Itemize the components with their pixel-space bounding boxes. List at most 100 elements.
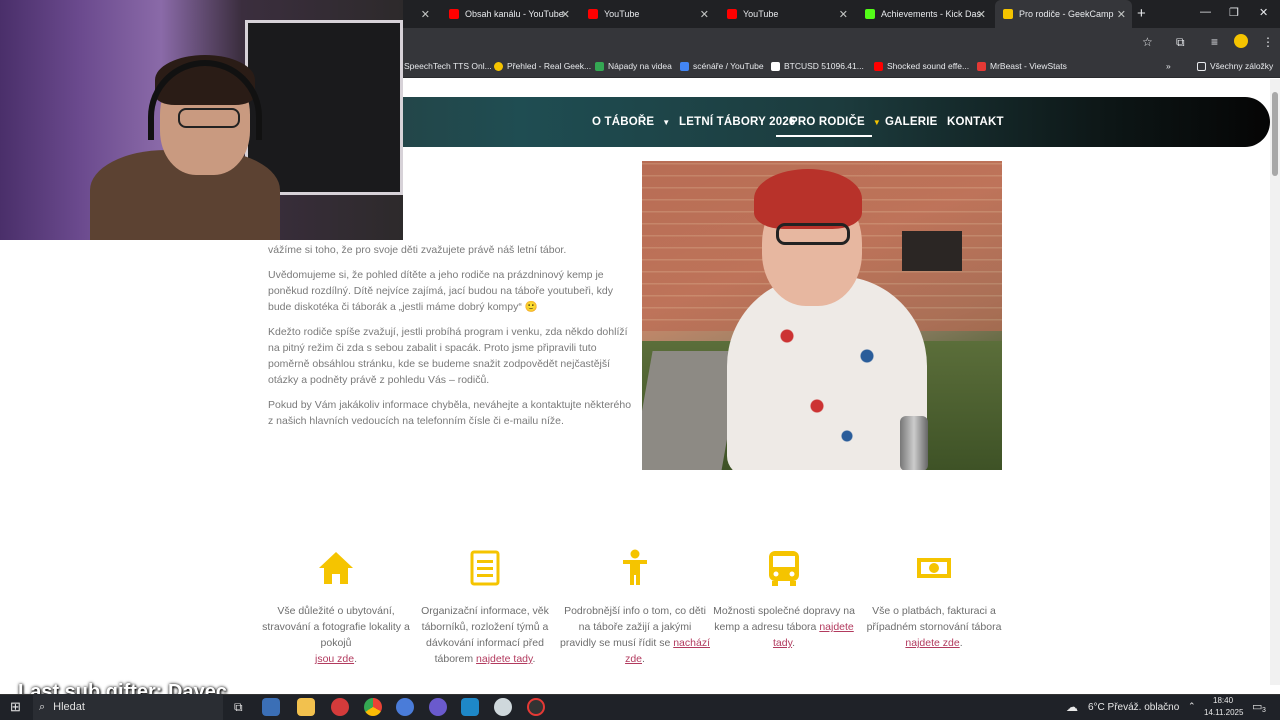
feature-link[interactable]: najdete tady bbox=[476, 653, 532, 665]
bookmark-item[interactable]: Přehled - Real Geek... bbox=[494, 61, 591, 71]
nav-label: O TÁBOŘE bbox=[592, 116, 655, 128]
nav-galerie[interactable]: GALERIE bbox=[885, 116, 938, 128]
minimize-button[interactable]: — bbox=[1200, 6, 1211, 18]
taskbar-search[interactable]: ⌕ Hledat bbox=[33, 694, 223, 720]
app-icon[interactable] bbox=[262, 698, 280, 716]
weather-icon[interactable]: ☁ bbox=[1066, 700, 1078, 714]
nav-label: KONTAKT bbox=[947, 116, 1004, 128]
extensions-icon[interactable]: ⧉ bbox=[1176, 35, 1185, 50]
app-icon[interactable] bbox=[429, 698, 447, 716]
feature-tail: . bbox=[532, 653, 536, 665]
app-icon[interactable] bbox=[494, 698, 512, 716]
browser-tab-active[interactable]: Pro rodiče - GeekCamp ✕ bbox=[995, 0, 1132, 28]
photo-glasses bbox=[776, 223, 850, 245]
notification-strip bbox=[1014, 686, 1242, 694]
new-tab-button[interactable]: + bbox=[1137, 5, 1146, 22]
bookmark-item[interactable]: Shocked sound effe... bbox=[874, 61, 969, 71]
chevron-up-icon[interactable]: ⌃ bbox=[1188, 701, 1196, 712]
bookmark-label: Shocked sound effe... bbox=[887, 61, 970, 71]
intro-paragraph: Kdežto rodiče spíše zvažují, jestli prob… bbox=[268, 326, 628, 386]
youtube-icon bbox=[874, 61, 883, 71]
app-icon[interactable] bbox=[331, 698, 349, 716]
explorer-icon[interactable] bbox=[297, 698, 315, 716]
sheets-icon bbox=[595, 61, 604, 71]
feature-payments: Vše o platbách, fakturaci a případném st… bbox=[859, 549, 1009, 651]
camp-leader-photo bbox=[642, 161, 1002, 470]
nav-kontakt[interactable]: KONTAKT bbox=[947, 116, 1004, 128]
browser-tab[interactable]: ✕ bbox=[412, 0, 434, 28]
avatar[interactable] bbox=[1234, 34, 1248, 48]
browser-tab[interactable]: Achievements - Kick Dash ✕ bbox=[857, 0, 992, 28]
feature-tail: . bbox=[959, 637, 963, 649]
photo-window bbox=[902, 231, 962, 271]
app-icon[interactable] bbox=[527, 698, 545, 716]
feature-transport: Možnosti společné dopravy na kemp a adre… bbox=[709, 549, 859, 651]
bookmark-item[interactable]: Nápady na videa bbox=[595, 61, 672, 71]
all-bookmarks-label: Všechny záložky bbox=[1210, 61, 1274, 71]
tab-label: Achievements - Kick Dash bbox=[881, 9, 981, 19]
star-icon[interactable]: ☆ bbox=[1142, 35, 1153, 49]
notification-count: 3 bbox=[1262, 707, 1266, 714]
close-icon[interactable]: ✕ bbox=[977, 8, 986, 21]
search-label: Hledat bbox=[53, 701, 85, 713]
feature-accommodation: Vše důležité o ubytování, stravování a f… bbox=[261, 549, 411, 667]
geekcamp-icon bbox=[1003, 9, 1013, 19]
bookmark-item[interactable]: MrBeast - ViewStats bbox=[977, 61, 1067, 71]
clock-time[interactable]: 18:40 bbox=[1213, 696, 1233, 705]
close-icon[interactable]: ✕ bbox=[421, 8, 430, 21]
nav-letni-tabory[interactable]: LETNÍ TÁBORY 2026 bbox=[679, 116, 796, 128]
viewstats-icon bbox=[977, 61, 986, 71]
more-bookmarks-button[interactable]: » bbox=[1166, 61, 1171, 71]
chrome-icon[interactable] bbox=[364, 698, 382, 716]
close-icon[interactable]: ✕ bbox=[839, 8, 848, 21]
caret-down-icon: ▼ bbox=[662, 117, 671, 127]
feature-link[interactable]: najdete zde bbox=[905, 637, 959, 649]
tab-label: Obsah kanálu - YouTube bbox=[465, 9, 564, 19]
photo-person-body bbox=[727, 276, 927, 470]
active-nav-underline bbox=[776, 135, 872, 137]
close-icon[interactable]: ✕ bbox=[1117, 8, 1126, 21]
bookmark-label: scénáře / YouTube bbox=[693, 61, 764, 71]
all-bookmarks-button[interactable]: Všechny záložky bbox=[1197, 61, 1273, 71]
restore-button[interactable]: ❐ bbox=[1229, 6, 1239, 19]
menu-icon[interactable]: ⋮ bbox=[1262, 35, 1274, 49]
feature-link[interactable]: jsou zde bbox=[315, 653, 354, 665]
bookmark-item[interactable]: SpeechTech TTS Onl... bbox=[404, 61, 492, 71]
task-view-icon[interactable]: ⧉ bbox=[234, 700, 243, 715]
youtube-icon bbox=[727, 9, 737, 19]
browser-tab[interactable]: YouTube ✕ bbox=[580, 0, 715, 28]
close-icon[interactable]: ✕ bbox=[700, 8, 709, 21]
close-window-button[interactable]: ✕ bbox=[1259, 6, 1268, 19]
clock-date[interactable]: 14.11.2025 bbox=[1204, 708, 1243, 717]
notification-icon[interactable]: ▭ bbox=[1252, 700, 1262, 713]
feature-organization: Organizační informace, věk táborníků, ro… bbox=[410, 549, 560, 667]
nav-pro-rodice[interactable]: PRO RODIČE ▼ bbox=[790, 116, 881, 128]
bookmark-item[interactable]: BTCUSD 51096.41... bbox=[771, 61, 864, 71]
nav-label: GALERIE bbox=[885, 116, 938, 128]
feature-text: Vše důležité o ubytování, stravování a f… bbox=[262, 605, 410, 649]
feature-tail: . bbox=[792, 637, 795, 649]
bookmark-label: Nápady na videa bbox=[608, 61, 672, 71]
feature-tail: . bbox=[642, 653, 645, 665]
tradingview-icon bbox=[771, 61, 780, 71]
nav-label: PRO RODIČE bbox=[790, 116, 865, 128]
docs-icon bbox=[680, 61, 689, 71]
intro-paragraph: Pokud by Vám jakákoliv informace chyběla… bbox=[268, 399, 632, 427]
app-icon[interactable] bbox=[396, 698, 414, 716]
close-icon[interactable]: ✕ bbox=[561, 8, 570, 21]
youtube-icon bbox=[588, 9, 598, 19]
windows-start-icon[interactable]: ⊞ bbox=[10, 699, 21, 715]
photo-bottle bbox=[900, 416, 928, 470]
bookmark-item[interactable]: scénáře / YouTube bbox=[680, 61, 764, 71]
browser-tab[interactable]: Obsah kanálu - YouTube ✕ bbox=[441, 0, 576, 28]
bookmark-label: Přehled - Real Geek... bbox=[507, 61, 592, 71]
scrollbar-thumb[interactable] bbox=[1272, 92, 1278, 176]
tab-label: YouTube bbox=[604, 9, 640, 19]
browser-tab[interactable]: YouTube ✕ bbox=[719, 0, 854, 28]
vscode-icon[interactable] bbox=[461, 698, 479, 716]
home-icon bbox=[319, 552, 353, 584]
reading-list-icon[interactable]: ≡ bbox=[1211, 35, 1218, 49]
nav-o-tabore[interactable]: O TÁBOŘE ▼ bbox=[592, 116, 670, 128]
folder-icon bbox=[1197, 61, 1206, 71]
weather-text[interactable]: 6°C Převáž. oblačno bbox=[1088, 702, 1179, 713]
